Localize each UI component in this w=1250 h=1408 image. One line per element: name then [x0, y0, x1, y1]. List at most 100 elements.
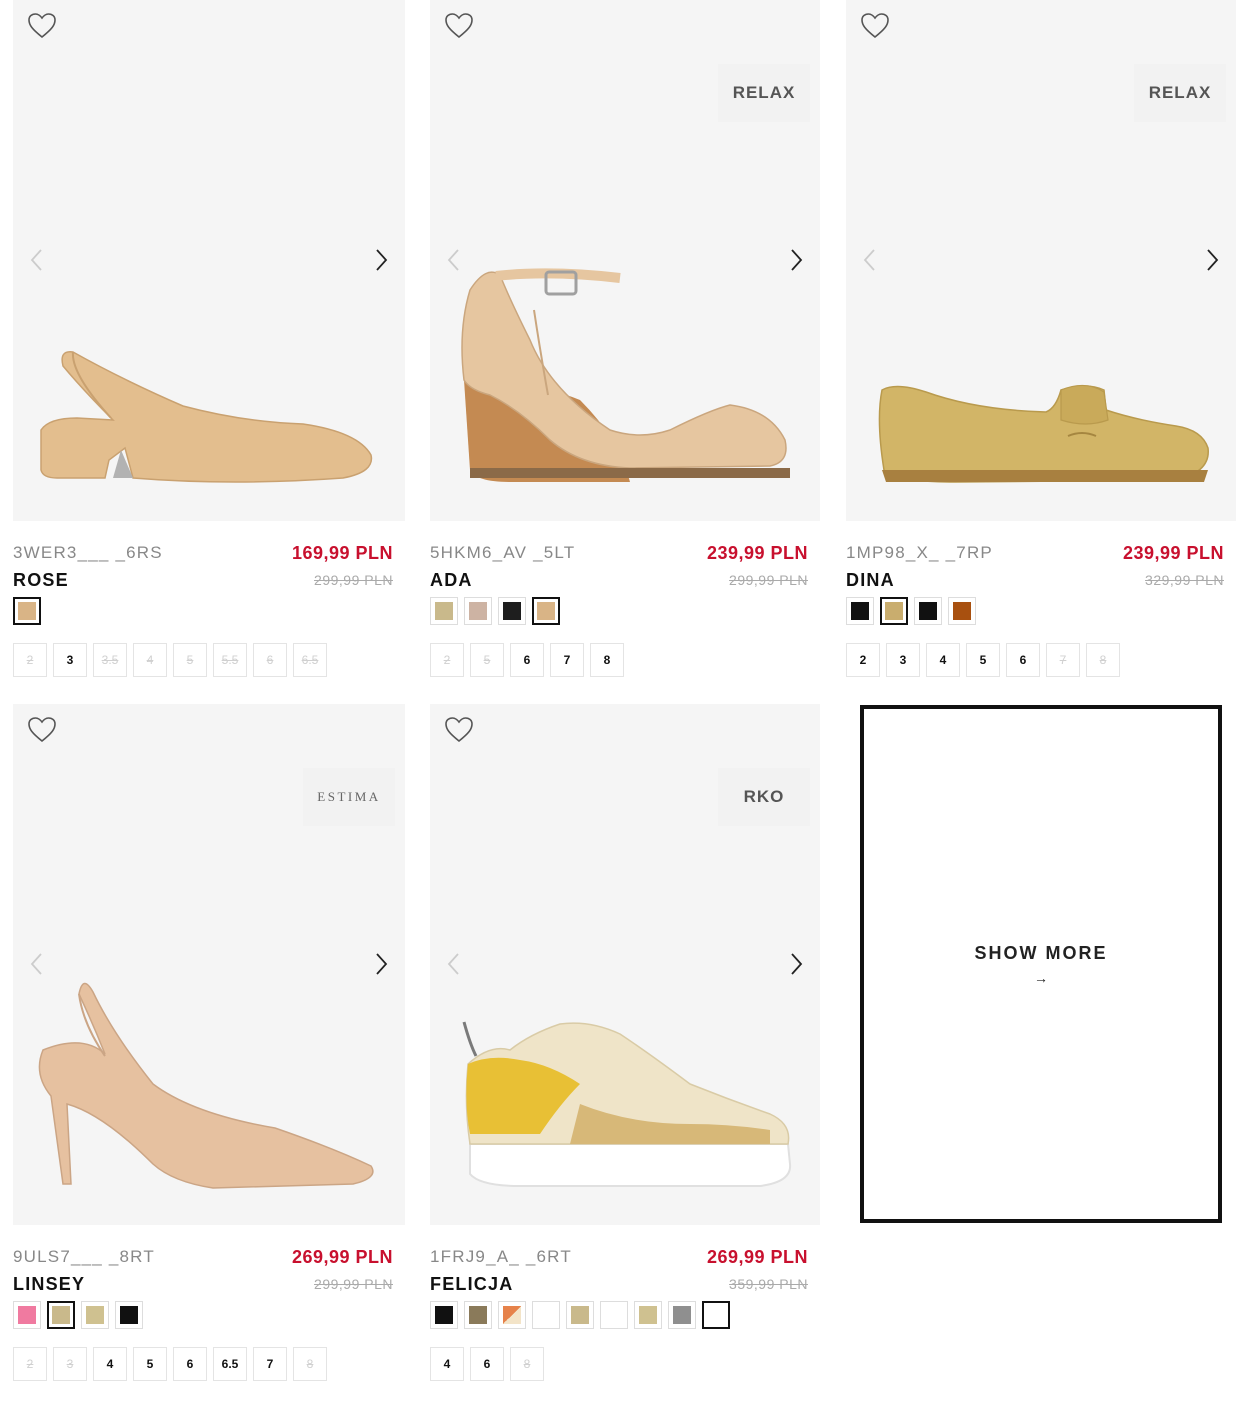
size-option[interactable]: 6	[173, 1347, 207, 1381]
size-option[interactable]: 5	[470, 643, 504, 677]
product-card[interactable]: RELAX 5HKM6_AV _5LT 239,99 PLN ADA 299,9…	[430, 0, 820, 711]
size-option[interactable]: 6.5	[213, 1347, 247, 1381]
product-old-price: 359,99 PLN	[729, 1276, 808, 1292]
color-swatch[interactable]	[600, 1301, 628, 1329]
color-swatch[interactable]	[532, 1301, 560, 1329]
size-option[interactable]: 2	[846, 643, 880, 677]
product-price: 169,99 PLN	[291, 543, 393, 563]
chevron-left-icon[interactable]	[27, 950, 47, 978]
color-swatch[interactable]	[13, 597, 41, 625]
wishlist-heart-icon[interactable]	[27, 12, 57, 40]
size-option[interactable]: 8	[510, 1347, 544, 1381]
product-old-price: 299,99 PLN	[314, 1276, 393, 1292]
color-swatches	[13, 1301, 143, 1329]
size-option[interactable]: 4	[430, 1347, 464, 1381]
color-swatch[interactable]	[948, 597, 976, 625]
chevron-left-icon[interactable]	[444, 950, 464, 978]
brand-badge: RKO	[718, 768, 810, 826]
product-sku: 5HKM6_AV _5LT	[430, 543, 576, 562]
color-swatch[interactable]	[702, 1301, 730, 1329]
color-swatch[interactable]	[914, 597, 942, 625]
size-option[interactable]: 5	[966, 643, 1000, 677]
color-swatch[interactable]	[668, 1301, 696, 1329]
show-more-button[interactable]: SHOW MORE →	[860, 705, 1222, 1223]
size-option[interactable]: 4	[93, 1347, 127, 1381]
product-image[interactable]: RELAX	[846, 0, 1236, 521]
size-option[interactable]: 6	[470, 1347, 504, 1381]
color-swatch[interactable]	[846, 597, 874, 625]
size-list: 2 3 4 5 6 7 8	[846, 643, 1120, 677]
size-option[interactable]: 3	[886, 643, 920, 677]
chevron-right-icon[interactable]	[786, 950, 806, 978]
chevron-right-icon[interactable]	[371, 246, 391, 274]
chevron-left-icon[interactable]	[860, 246, 880, 274]
product-image[interactable]: RKO	[430, 704, 820, 1225]
color-swatch[interactable]	[464, 597, 492, 625]
color-swatch[interactable]	[13, 1301, 41, 1329]
product-name[interactable]: DINA	[846, 570, 895, 591]
size-option[interactable]: 2	[430, 643, 464, 677]
wishlist-heart-icon[interactable]	[860, 12, 890, 40]
chevron-right-icon[interactable]	[371, 950, 391, 978]
size-option[interactable]: 6.5	[293, 643, 327, 677]
size-list: 2 5 6 7 8	[430, 643, 624, 677]
product-name[interactable]: FELICJA	[430, 1274, 513, 1295]
size-option[interactable]: 4	[133, 643, 167, 677]
size-option[interactable]: 8	[590, 643, 624, 677]
color-swatch[interactable]	[464, 1301, 492, 1329]
size-option[interactable]: 4	[926, 643, 960, 677]
product-name[interactable]: ADA	[430, 570, 473, 591]
product-image[interactable]: RELAX	[430, 0, 820, 521]
size-option[interactable]: 3	[53, 643, 87, 677]
color-swatch[interactable]	[880, 597, 908, 625]
chevron-right-icon[interactable]	[786, 246, 806, 274]
product-price: 269,99 PLN	[706, 1247, 808, 1267]
size-option[interactable]: 8	[1086, 643, 1120, 677]
size-option[interactable]: 7	[1046, 643, 1080, 677]
wishlist-heart-icon[interactable]	[444, 716, 474, 744]
product-image[interactable]: ESTIMA	[13, 704, 405, 1225]
color-swatches	[430, 597, 560, 625]
color-swatch[interactable]	[430, 597, 458, 625]
product-card[interactable]: RKO 1FRJ9_A_ _6RT 269,99 PLN FELICJA 359…	[430, 704, 820, 1408]
size-option[interactable]: 2	[13, 643, 47, 677]
size-option[interactable]: 7	[550, 643, 584, 677]
color-swatch[interactable]	[47, 1301, 75, 1329]
wishlist-heart-icon[interactable]	[444, 12, 474, 40]
show-more-label: SHOW MORE	[974, 942, 1108, 963]
product-name[interactable]: LINSEY	[13, 1274, 85, 1295]
color-swatches	[430, 1301, 730, 1329]
size-option[interactable]: 6	[1006, 643, 1040, 677]
product-card[interactable]: ESTIMA 9ULS7___ _8RT 269,99 PLN LINSEY 2…	[13, 704, 405, 1408]
size-option[interactable]: 2	[13, 1347, 47, 1381]
chevron-right-icon[interactable]	[1202, 246, 1222, 274]
chevron-left-icon[interactable]	[444, 246, 464, 274]
wishlist-heart-icon[interactable]	[27, 716, 57, 744]
color-swatch[interactable]	[115, 1301, 143, 1329]
product-card[interactable]: 3WER3___ _6RS 169,99 PLN ROSE 299,99 PLN…	[13, 0, 405, 711]
size-list: 2 3 4 5 6 6.5 7 8	[13, 1347, 327, 1381]
color-swatch[interactable]	[634, 1301, 662, 1329]
size-option[interactable]: 5	[173, 643, 207, 677]
color-swatch[interactable]	[498, 597, 526, 625]
product-sku: 1FRJ9_A_ _6RT	[430, 1247, 572, 1266]
product-name[interactable]: ROSE	[13, 570, 69, 591]
product-image[interactable]	[13, 0, 405, 521]
color-swatch[interactable]	[532, 597, 560, 625]
chevron-left-icon[interactable]	[27, 246, 47, 274]
product-card[interactable]: RELAX 1MP98_X_ _7RP 239,99 PLN DINA 329,…	[846, 0, 1236, 711]
color-swatch[interactable]	[566, 1301, 594, 1329]
color-swatch[interactable]	[81, 1301, 109, 1329]
arrow-right-icon: →	[1034, 969, 1048, 986]
product-sku: 1MP98_X_ _7RP	[846, 543, 993, 562]
size-option[interactable]: 8	[293, 1347, 327, 1381]
size-option[interactable]: 6	[253, 643, 287, 677]
color-swatch[interactable]	[430, 1301, 458, 1329]
size-option[interactable]: 3	[53, 1347, 87, 1381]
size-option[interactable]: 7	[253, 1347, 287, 1381]
size-option[interactable]: 3.5	[93, 643, 127, 677]
size-option[interactable]: 5.5	[213, 643, 247, 677]
size-option[interactable]: 6	[510, 643, 544, 677]
color-swatch[interactable]	[498, 1301, 526, 1329]
size-option[interactable]: 5	[133, 1347, 167, 1381]
